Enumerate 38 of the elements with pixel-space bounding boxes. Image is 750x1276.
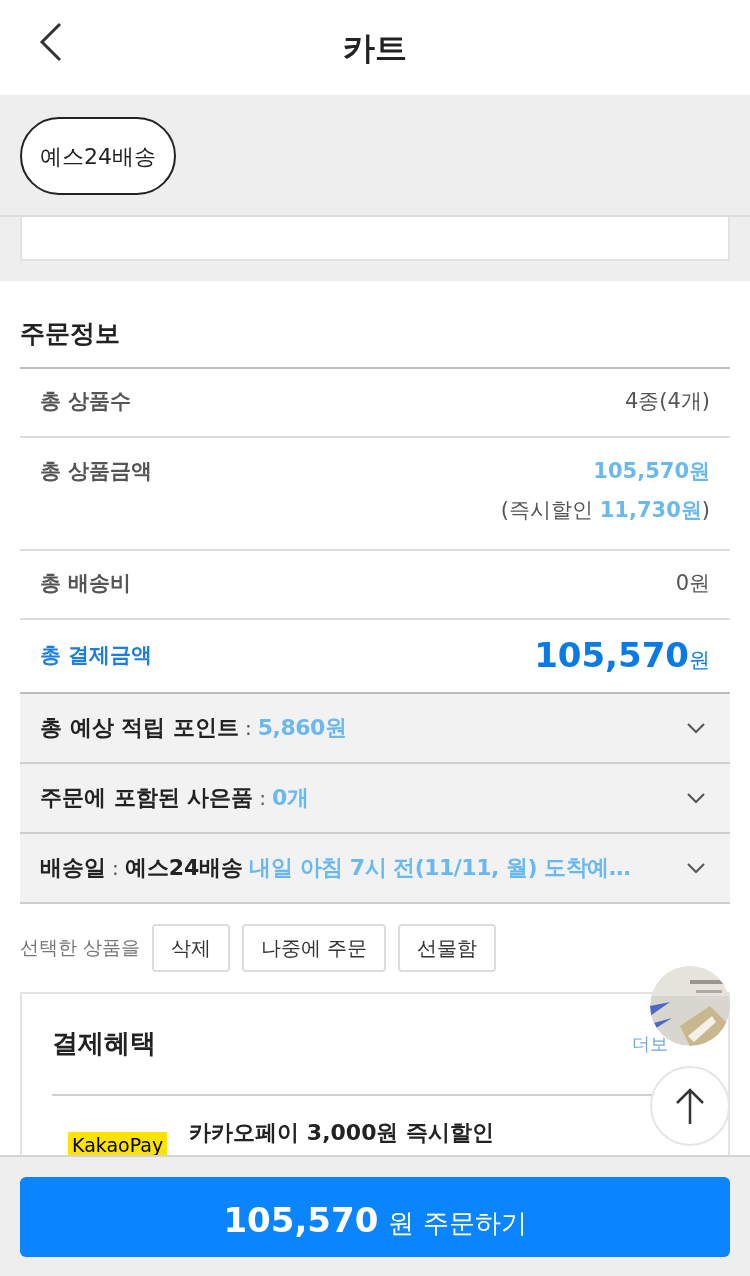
row-value: 105,570원 <box>534 634 710 677</box>
expander-label: 총 예상 적립 포인트 <box>40 714 239 742</box>
expander-value: 내일 아침 7시 전(11/11, 월) 도착예… <box>249 854 631 882</box>
row-label: 총 상품금액 <box>40 457 153 485</box>
benefit-title: 카카오페이 3,000원 즉시할인 <box>189 1118 495 1147</box>
discount-note: (즉시할인 11,730원) <box>500 497 710 524</box>
expander-row[interactable]: 총 예상 적립 포인트 : 5,860원 <box>20 693 730 764</box>
chevron-icon <box>686 721 706 734</box>
row-label: 총 배송비 <box>40 570 132 598</box>
page-title: 카트 <box>343 27 407 69</box>
chevron-icon <box>686 791 706 804</box>
action-button[interactable]: 삭제 <box>152 923 231 972</box>
separator: : <box>112 855 119 882</box>
back-icon[interactable] <box>38 22 64 62</box>
action-button[interactable]: 선물함 <box>398 923 497 972</box>
row-value: 105,570원 <box>593 457 710 485</box>
separator: : <box>259 785 267 812</box>
action-label: 선택한 상품을 <box>20 935 141 961</box>
card-title: 결제혜택 <box>52 1027 156 1060</box>
separator: : <box>245 715 252 742</box>
delivery-method: 예스24배송 <box>124 854 244 882</box>
expander-row[interactable]: 주문에 포함된 사은품 : 0개 <box>20 763 730 834</box>
expander-value: 0개 <box>272 784 309 812</box>
expander-row[interactable]: 배송일 : 예스24배송 내일 아침 7시 전(11/11, 월) 도착예… <box>20 833 730 904</box>
order-button[interactable]: 105,570 원 주문하기 <box>20 1177 730 1257</box>
pay-logo: KakaoPay <box>68 1131 168 1155</box>
action-button[interactable]: 나중에 주문 <box>242 923 387 972</box>
row-value: 0원 <box>675 570 710 598</box>
expander-value: 5,860원 <box>257 714 347 742</box>
expander-label: 주문에 포함된 사은품 <box>40 784 254 812</box>
chevron-icon <box>686 861 706 874</box>
arrow-up-icon <box>674 1086 706 1126</box>
row-label: 총 상품수 <box>40 388 132 416</box>
delivery-tab[interactable]: 예스24배송 <box>20 117 176 195</box>
row-value: 4종(4개) <box>624 388 710 416</box>
expander-label: 배송일 <box>40 854 106 882</box>
row-label: 총 결제금액 <box>40 641 153 669</box>
section-title: 주문정보 <box>20 318 121 350</box>
